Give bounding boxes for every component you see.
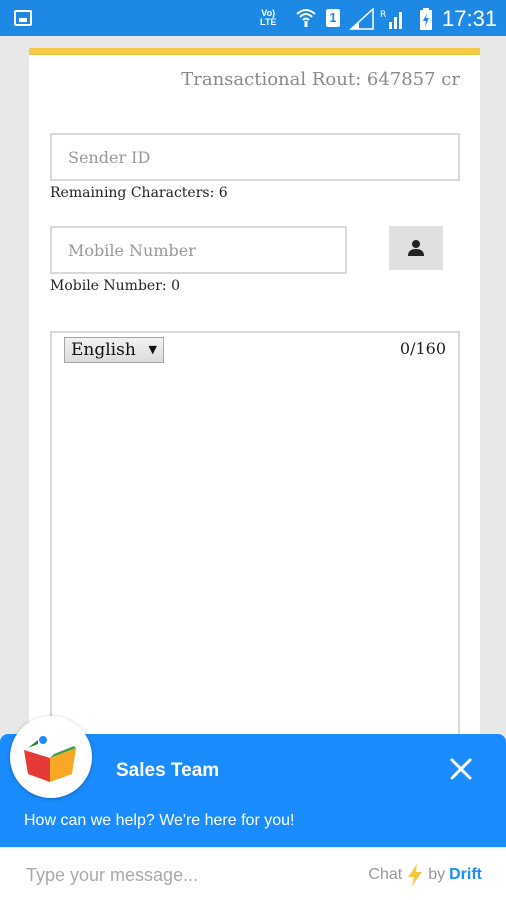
sms-form-card: Transactional Rout: 647857 cr Sender ID … [29,48,480,761]
person-icon [408,240,424,256]
sender-id-input[interactable]: Sender ID [50,133,460,181]
signal-strength-icon [349,8,374,30]
lightning-bolt-icon [408,864,423,886]
chat-message-input[interactable]: Type your message... [26,865,198,886]
dropdown-caret-icon: ▼ [148,343,157,356]
company-logo-avatar [10,716,92,798]
sim-slot-icon: 1 [326,9,340,27]
message-textarea[interactable]: English ▼ 0/160 [50,331,460,761]
contact-picker-button[interactable] [389,226,443,270]
powered-by-drift[interactable]: Chat by Drift [368,864,482,886]
chat-widget-header: Sales Team How can we help? We're here f… [0,716,506,847]
language-selected-value: English [71,340,136,360]
drift-brand-label: Drift [449,866,482,883]
svg-text:R: R [380,10,386,20]
battery-charging-icon [420,8,432,30]
mobile-number-placeholder: Mobile Number [68,240,196,260]
chat-tagline: How can we help? We're here for you! [24,812,295,829]
character-counter: 0/160 [399,339,446,358]
volte-icon: Vo) LTE [260,8,277,27]
powered-by-label: by [428,866,446,883]
mobile-number-input[interactable]: Mobile Number [50,226,347,274]
sender-id-placeholder: Sender ID [68,147,151,167]
wifi-icon [296,9,316,27]
remaining-characters-label: Remaining Characters: 6 [50,185,228,201]
mobile-number-count: Mobile Number: 0 [50,278,180,294]
open-book-logo-icon [24,736,76,782]
language-select[interactable]: English ▼ [64,337,164,363]
route-balance: Transactional Rout: 647857 cr [181,69,460,90]
clock: 17:31 [442,6,498,31]
chat-compose-bar: Type your message... Chat by Drift [0,847,506,900]
close-icon[interactable] [448,756,474,782]
powered-chat-label: Chat [368,866,403,883]
roaming-signal-icon: R [380,10,402,29]
chat-team-name: Sales Team [116,760,220,781]
gallery-notification-icon [14,10,32,26]
status-bar: Vo) LTE 1 R 17:31 [0,0,506,36]
